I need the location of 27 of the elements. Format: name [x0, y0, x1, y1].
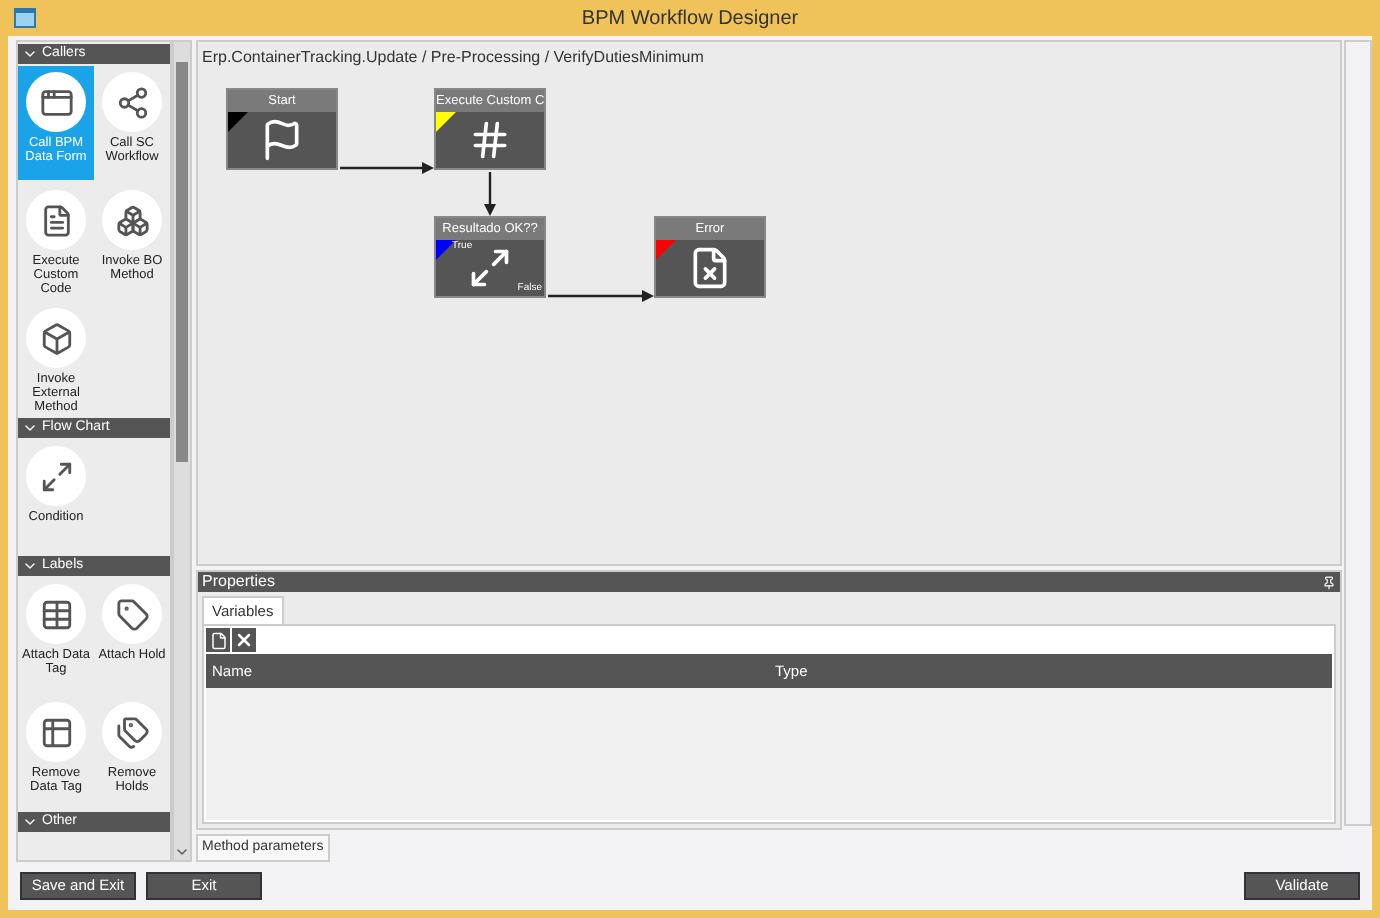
- box-icon: [39, 321, 73, 355]
- connector-arrow: [484, 172, 496, 216]
- document-icon: [39, 203, 73, 237]
- close-icon: [234, 630, 254, 650]
- table-icon: [39, 715, 73, 749]
- pin-icon[interactable]: [1322, 575, 1336, 589]
- tag-icon: [115, 597, 149, 631]
- diagonal-arrows-icon: [39, 459, 73, 493]
- network-icon: [115, 85, 149, 119]
- panel-title: Properties: [202, 570, 275, 594]
- flag-icon: [260, 118, 304, 162]
- tags-icon: [115, 715, 149, 749]
- delete-button[interactable]: [232, 628, 256, 652]
- breadcrumb: Erp.ContainerTracking.Update / Pre-Processing / VerifyDutiesMinimum: [200, 46, 706, 70]
- app-icon: [14, 8, 36, 28]
- document-icon: [209, 631, 227, 649]
- connector-arrow: [340, 162, 434, 174]
- scrollbar[interactable]: [172, 40, 192, 862]
- form-icon: [39, 85, 73, 119]
- document-error-icon: [688, 246, 732, 290]
- boxes-icon: [115, 203, 149, 237]
- scroll-down-icon[interactable]: [174, 844, 190, 860]
- table-icon: [39, 597, 73, 631]
- connector-arrow: [548, 290, 654, 302]
- window-title: BPM Workflow Designer: [581, 5, 799, 33]
- new-button[interactable]: [206, 628, 230, 652]
- diagonal-arrows-icon: [468, 246, 512, 290]
